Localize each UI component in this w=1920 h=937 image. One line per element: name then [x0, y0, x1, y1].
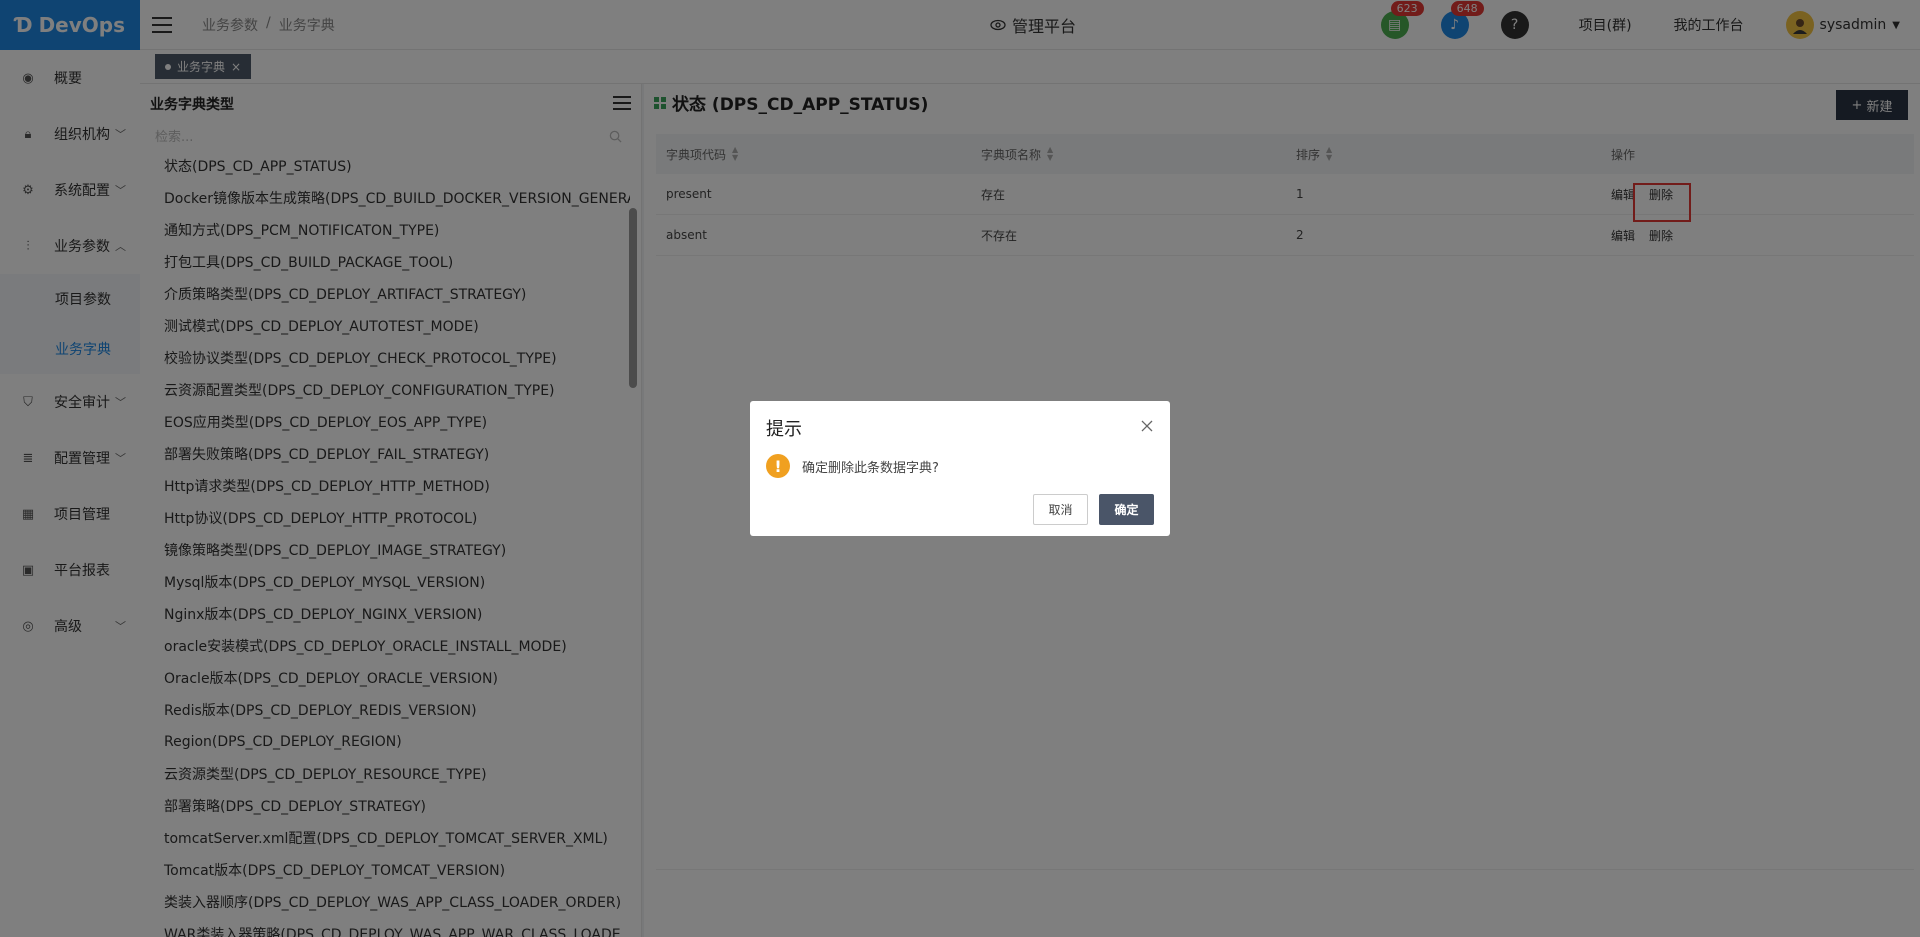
- warning-icon: !: [766, 454, 790, 478]
- confirm-button[interactable]: 确定: [1099, 494, 1154, 525]
- dialog-message: 确定删除此条数据字典?: [802, 460, 939, 476]
- dialog-title: 提示: [766, 419, 802, 440]
- cancel-button[interactable]: 取消: [1033, 494, 1088, 525]
- close-icon[interactable]: [1140, 419, 1154, 433]
- dialog-body: ! 确定删除此条数据字典?: [766, 454, 939, 478]
- confirm-dialog: 提示 ! 确定删除此条数据字典? 取消 确定: [750, 401, 1170, 536]
